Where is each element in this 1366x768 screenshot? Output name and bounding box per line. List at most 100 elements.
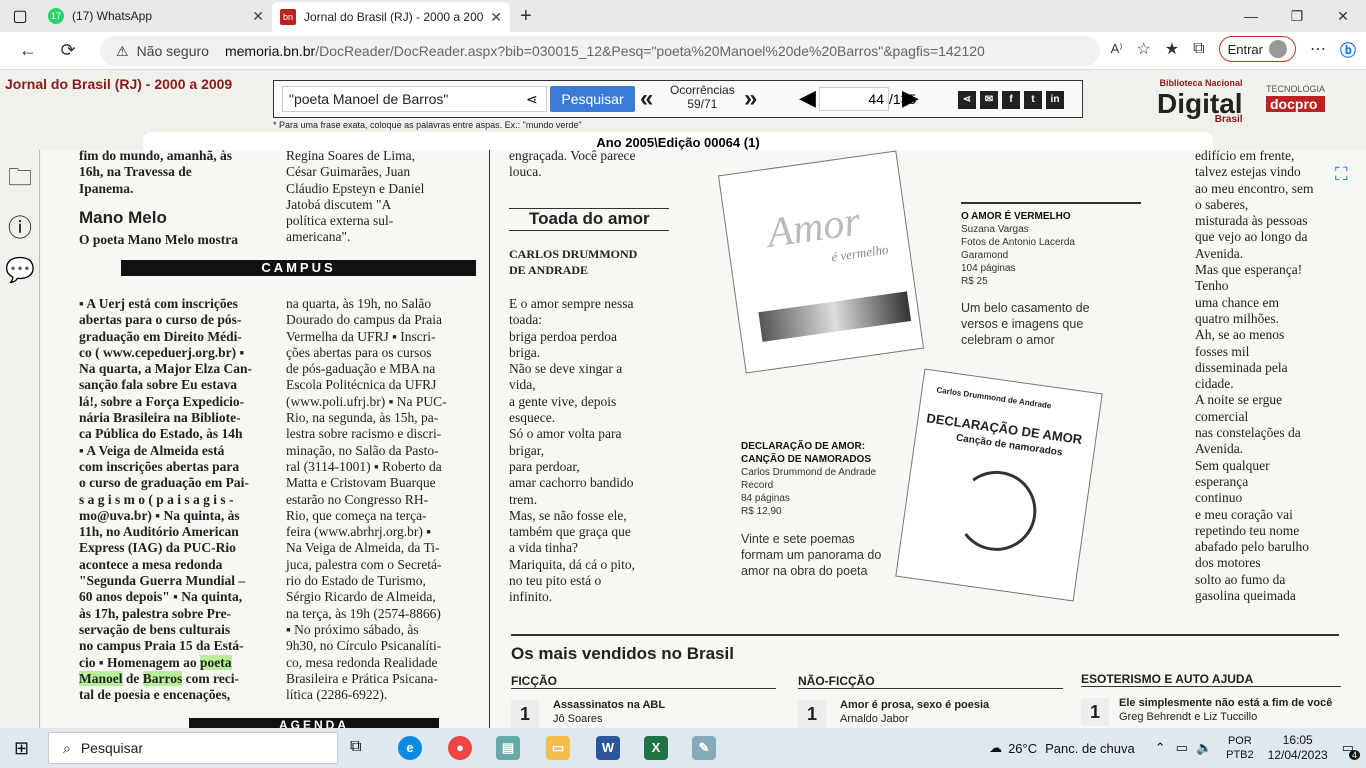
- chevron-up-icon[interactable]: ⌃: [1155, 740, 1166, 756]
- restore-icon[interactable]: ❐: [1274, 0, 1320, 32]
- cat-ficcao: FICÇÃO: [511, 674, 776, 689]
- col2-top: Regina Soares de Lima, César Guimarães, …: [286, 150, 424, 246]
- text-line: 60 anos depois" ▪ Na quinta,: [79, 589, 243, 605]
- tab-actions-icon[interactable]: ▢: [0, 6, 40, 26]
- lang2: PTB2: [1226, 749, 1254, 761]
- linkedin-icon[interactable]: in: [1046, 91, 1064, 109]
- text-line: acontece a mesa redonda: [79, 556, 223, 572]
- book-title: O AMOR É VERMELHO: [961, 211, 1071, 222]
- file-explorer-icon[interactable]: ▭: [546, 736, 570, 760]
- new-tab-button[interactable]: +: [520, 5, 532, 28]
- share-small-icon[interactable]: ⋖: [958, 91, 976, 109]
- twitter-icon[interactable]: t: [1024, 91, 1042, 109]
- book-title: CANÇÃO DE NAMORADOS: [741, 454, 871, 465]
- language-indicator[interactable]: POR PTB2: [1226, 734, 1254, 762]
- info-icon[interactable]: ⓘ: [4, 208, 36, 242]
- weather-icon[interactable]: ☁: [989, 740, 1002, 756]
- text-line: ca Pública do Estado, às 14h: [79, 426, 243, 442]
- edge-icon[interactable]: e: [398, 736, 422, 760]
- rule: [961, 202, 1141, 204]
- text-line: 84 páginas: [741, 493, 790, 504]
- newspaper-scan[interactable]: fim do mundo, amanhã, às 16h, na Travess…: [41, 150, 1366, 728]
- refresh-icon[interactable]: ⟳: [48, 40, 88, 61]
- clock[interactable]: 16:05 12/04/2023: [1268, 733, 1328, 763]
- text-line: amar cachorro bandido: [509, 475, 634, 491]
- agenda-bar: AGENDA: [189, 718, 439, 728]
- prev-occurrence-icon[interactable]: «: [640, 85, 653, 113]
- campus-col2: na quarta, às 19h, no Salão Dourado do c…: [286, 296, 447, 703]
- bestseller-item: 1 Assassinatos na ABL Jô Soares: [511, 698, 776, 728]
- page-input[interactable]: 44: [819, 87, 889, 111]
- folder-icon[interactable]: 🗀: [4, 160, 36, 192]
- close-tab-icon[interactable]: ✕: [252, 8, 264, 25]
- text-line: briga.: [509, 344, 541, 360]
- text-line: R$ 12,90: [741, 506, 782, 517]
- text-line: para perdoar,: [509, 458, 580, 474]
- tab-whatsapp[interactable]: 17 (17) WhatsApp ✕: [40, 0, 272, 32]
- app-icon[interactable]: ▤: [496, 736, 520, 760]
- tab-bar: ▢ 17 (17) WhatsApp ✕ bn Jornal do Brasil…: [0, 0, 1366, 32]
- windows-start-icon[interactable]: ⊞: [14, 738, 29, 759]
- chrome-icon[interactable]: ●: [448, 736, 472, 760]
- text-line: Rio, que começa na terça-: [286, 507, 427, 523]
- text-line: Carlos Drummond de Andrade: [741, 467, 877, 478]
- occ-label: Ocorrências: [670, 83, 735, 97]
- profile-button[interactable]: Entrar: [1218, 36, 1296, 62]
- tab-jornal[interactable]: bn Jornal do Brasil (RJ) - 2000 a 200 ✕: [272, 2, 510, 32]
- text-line: amor na obra do poeta: [741, 564, 868, 578]
- collections-icon[interactable]: ⧉: [1193, 40, 1204, 58]
- favorites-icon[interactable]: ★: [1165, 39, 1179, 59]
- left-sidebar: 🗀 ⓘ 💬: [0, 150, 40, 728]
- search-input[interactable]: "poeta Manoel de Barros": [282, 86, 547, 112]
- task-view-icon[interactable]: ⧉: [350, 738, 361, 756]
- text-line: (www.poli.ufrj.br) ▪ Na PUC-: [286, 393, 447, 409]
- text-line: mo@uva.br) ▪ Na quinta, às: [79, 507, 240, 523]
- excel-icon[interactable]: X: [644, 736, 668, 760]
- text-line: nas constelações da: [1195, 425, 1301, 441]
- notification-icon[interactable]: ▭ 4: [1342, 740, 1360, 760]
- prev-page-icon[interactable]: ◀: [799, 85, 816, 111]
- text-line: esperança: [1195, 473, 1249, 489]
- text-line: "Segunda Guerra Mundial –: [79, 573, 246, 589]
- search-button[interactable]: Pesquisar: [550, 86, 635, 112]
- text-line: Jatobá discutem "A: [286, 196, 392, 212]
- screenshot-icon[interactable]: ⛶: [1335, 164, 1348, 185]
- more-icon[interactable]: ⋯: [1310, 39, 1326, 59]
- close-window-icon[interactable]: ✕: [1320, 0, 1366, 32]
- paint-icon[interactable]: ✎: [692, 736, 716, 760]
- text-line: juca, palestra com o Secretá-: [286, 556, 442, 572]
- search-highlight: Barros: [142, 670, 183, 686]
- text-line: Tenho: [1195, 278, 1229, 294]
- bing-icon[interactable]: ⓑ: [1340, 37, 1356, 61]
- next-page-icon[interactable]: ▶: [902, 85, 919, 111]
- back-arrow-icon[interactable]: ←: [8, 40, 48, 61]
- comment-icon[interactable]: 💬: [4, 256, 36, 288]
- text-line: cidade.: [1195, 376, 1234, 392]
- word-icon[interactable]: W: [596, 736, 620, 760]
- add-favorite-icon[interactable]: ☆: [1136, 39, 1150, 59]
- close-tab-icon[interactable]: ✕: [490, 9, 502, 26]
- read-aloud-icon[interactable]: A⁾: [1111, 41, 1123, 57]
- minimize-icon[interactable]: —: [1228, 0, 1274, 32]
- rank: 1: [798, 700, 826, 728]
- email-icon[interactable]: ✉: [980, 91, 998, 109]
- search-icon: ⌕: [63, 739, 71, 756]
- next-occurrence-icon[interactable]: »: [744, 85, 757, 113]
- text-line: co ( www.cepeduerj.org.br) ▪: [79, 344, 245, 360]
- text-line: abertas para o curso de pós-: [79, 312, 242, 328]
- book-title: Assassinatos na ABL: [553, 699, 666, 711]
- share-icon[interactable]: ⋖: [526, 91, 538, 108]
- volume-icon[interactable]: 🔈: [1196, 740, 1212, 756]
- text-line: 11h, no Auditório American: [79, 524, 239, 540]
- text-line: ▪ No próximo sábado, às: [286, 621, 419, 637]
- network-icon[interactable]: ▭: [1176, 740, 1188, 756]
- weather-label[interactable]: Panc. de chuva: [1045, 741, 1135, 756]
- url-field[interactable]: ⚠ Não seguro memoria.bn.br /DocReader/Do…: [100, 36, 1100, 66]
- occurrences: Ocorrências 59/71: [670, 83, 735, 111]
- bestsellers-head: Os mais vendidos no Brasil: [511, 644, 734, 663]
- text-line: fim do mundo, amanhã, às: [79, 150, 233, 163]
- taskbar-search[interactable]: ⌕ Pesquisar: [48, 732, 338, 764]
- facebook-icon[interactable]: f: [1002, 91, 1020, 109]
- temperature[interactable]: 26°C: [1008, 741, 1037, 756]
- text-line: louca.: [509, 164, 542, 180]
